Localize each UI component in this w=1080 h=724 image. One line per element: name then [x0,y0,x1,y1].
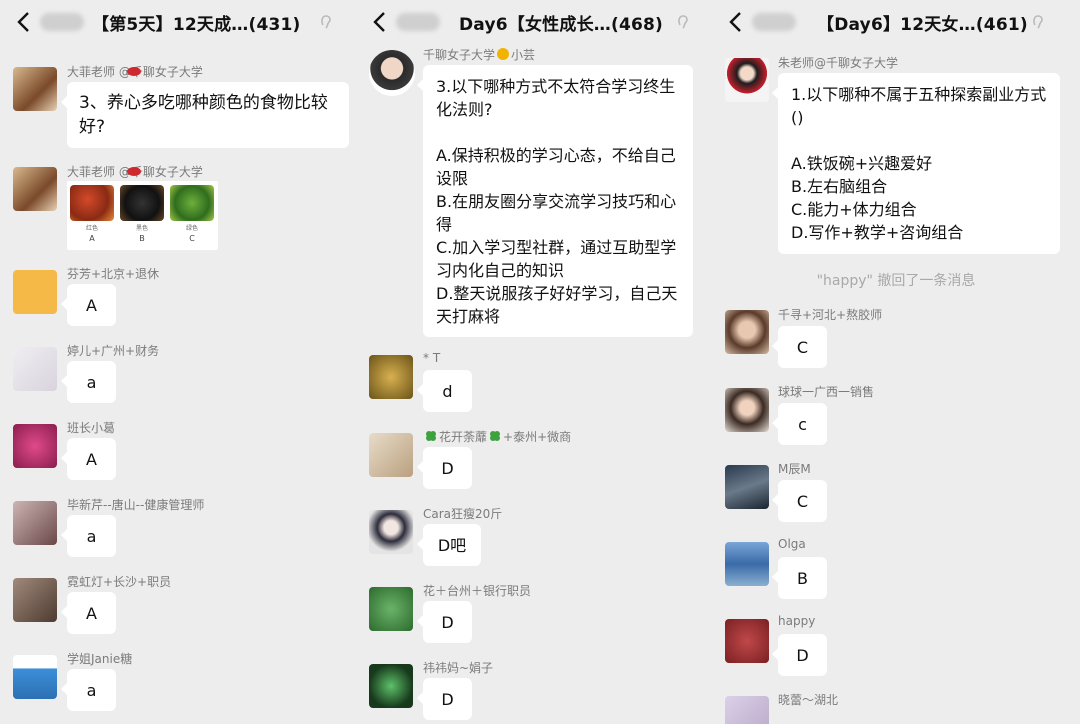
clover-icon [490,431,501,441]
mute-ear-icon [1033,15,1043,29]
avatar[interactable] [725,465,769,509]
message-bubble[interactable]: a [61,361,116,403]
avatar[interactable] [369,355,413,399]
avatar[interactable] [369,433,413,477]
title-bar: 【第5天】12天成…(431) [0,0,356,44]
food-sublabel: 黑色 [135,225,148,232]
sender-name: happy [778,614,816,628]
food-sublabel: 绿色 [185,225,198,232]
message-bubble[interactable]: 3.以下哪种方式不太符合学习终生化法则? A.保持积极的学习心态，不给自己设限 … [417,65,693,337]
avatar[interactable] [13,167,57,211]
avatar[interactable] [725,388,769,432]
message-bubble[interactable]: A [61,284,116,326]
lips-icon [127,67,141,76]
title-bar: Day6【女性成长…(468) [356,0,712,44]
sender-name: 祎祎妈~娟子 [423,661,494,675]
chat-panel-3: 【Day6】12天女…(461) 朱老师@千聊女子大学 1.以下哪种不属于五种探… [712,0,1080,724]
sender-name: Olga [778,537,806,551]
message-bubble[interactable]: 1.以下哪种不属于五种探索副业方式() A.铁饭碗+兴趣爱好 B.左右脑组合 C… [772,73,1060,254]
black-food-photo [120,185,164,221]
clover-icon [426,431,436,441]
chat-title: 【Day6】12天女…(461) [817,15,1028,35]
avatar[interactable] [13,655,57,699]
message-bubble[interactable]: 3、养心多吃哪种颜色的食物比较好? [61,82,349,148]
message-bubble[interactable]: c [772,403,827,445]
food-label: C [189,234,195,243]
avatar[interactable] [725,310,769,354]
avatar[interactable] [725,619,769,663]
food-color-image[interactable]: 红色 黑色 绿色 A B C [67,181,218,250]
sender-name: 芬芳+北京+退休 [67,267,160,281]
sender-name: 朱老师@千聊女子大学 [778,56,899,70]
avatar[interactable] [369,587,413,631]
avatar[interactable] [13,424,57,468]
sunflower-icon [497,48,510,60]
chat-panel-2: Day6【女性成长…(468) 千聊女子大学 小芸 3.以下哪种方式不太符合学习终… [356,0,712,724]
message-bubble[interactable]: D吧 [417,524,481,566]
message-bubble[interactable]: C [772,326,827,368]
mute-ear-icon [321,15,331,29]
chat-panel-1: 【第5天】12天成…(431) 大菲老师 @千聊女子大学 3、养心多吃哪种颜色的… [0,0,356,724]
green-food-photo [170,185,214,221]
avatar[interactable] [13,67,57,111]
sender-name: 毕新芹--唐山--健康管理师 [67,498,205,512]
sender-name: 千寻+河北+熬胶师 [778,308,883,322]
food-label: A [89,234,95,243]
avatar[interactable] [13,347,57,391]
food-sublabel: 红色 [85,225,98,232]
chat-title: Day6【女性成长…(468) [459,15,663,35]
avatar[interactable] [725,58,769,102]
message-bubble[interactable]: D [417,447,472,489]
chat-title: 【第5天】12天成…(431) [92,15,301,35]
message-bubble[interactable]: A [61,592,116,634]
sender-name: 球球一广西一销售 [778,385,875,399]
mute-ear-icon [678,15,688,29]
title-bar: 【Day6】12天女…(461) [712,0,1080,44]
message-bubble[interactable]: D [417,601,472,643]
avatar[interactable] [725,542,769,586]
message-bubble[interactable]: C [772,480,827,522]
avatar[interactable] [369,664,413,708]
sender-name: 千聊女子大学 小芸 [423,48,536,62]
message-bubble[interactable]: D [772,634,827,676]
message-bubble[interactable]: d [417,370,472,412]
sender-name: 花开荼蘼 +泰州+微商 [423,428,571,445]
sender-name: M辰M [778,462,811,476]
sender-name: Cara狂瘦20斤 [423,507,503,521]
message-bubble[interactable]: D [417,678,472,720]
sender-name: 晓蕾～湖北 [778,693,839,707]
lips-icon [127,167,141,176]
sender-name: 班长小葛 [67,421,116,435]
message-bubble[interactable]: B [772,557,827,599]
avatar[interactable] [13,578,57,622]
blurred-name [752,13,796,31]
back-arrow-icon[interactable] [726,10,746,34]
blurred-name [396,13,440,31]
avatar[interactable] [13,501,57,545]
message-bubble[interactable]: A [61,438,116,480]
back-arrow-icon[interactable] [370,10,390,34]
message-bubble[interactable]: a [61,669,116,711]
avatar[interactable] [13,270,57,314]
sender-name: * T [423,351,441,365]
blurred-name [40,13,84,31]
avatar[interactable] [369,50,415,96]
recall-notice: "happy" 撤回了一条消息 [816,273,976,289]
sender-name: 花＋台州＋银行职员 [423,584,532,598]
avatar[interactable] [369,510,413,554]
red-food-photo [70,185,114,221]
sender-name: 学姐Janie糖 [67,652,133,666]
food-label: B [139,234,145,243]
avatar[interactable] [725,696,769,724]
message-bubble[interactable]: a [61,515,116,557]
sender-name: 婷儿+广州+财务 [67,344,160,358]
back-arrow-icon[interactable] [14,10,34,34]
sender-name: 霓虹灯+长沙+职员 [67,575,172,589]
